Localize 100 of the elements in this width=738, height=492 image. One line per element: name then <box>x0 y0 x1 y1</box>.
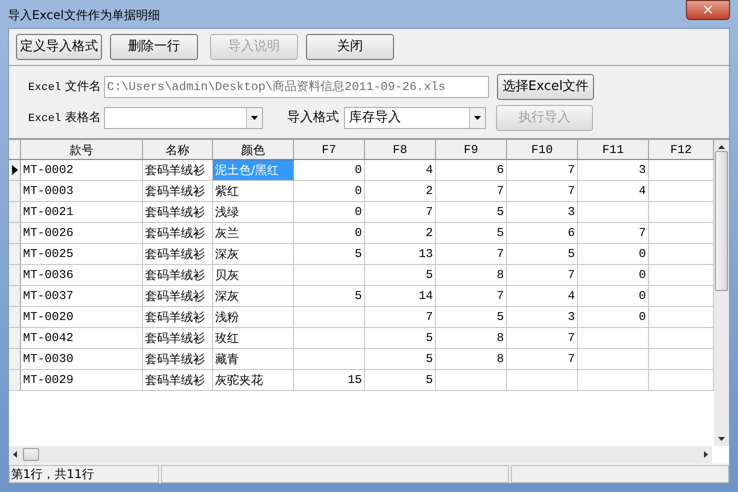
table-cell: 2 <box>365 180 436 201</box>
table-cell: MT-0029 <box>21 370 143 390</box>
dropdown-arrow-icon <box>251 116 258 120</box>
table-cell: 5 <box>436 202 507 222</box>
table-cell: 套码羊绒衫 <box>143 264 213 285</box>
table-cell: 5 <box>294 244 365 264</box>
table-cell: 8 <box>436 348 507 369</box>
column-header[interactable]: F8 <box>365 140 436 159</box>
current-row-icon <box>12 164 18 175</box>
scroll-thumb[interactable] <box>23 448 39 461</box>
column-header[interactable]: 名称 <box>143 140 213 159</box>
window-title: 导入Excel文件作为单据明细 <box>8 7 160 24</box>
table-cell: 7 <box>507 328 578 348</box>
table-cell: 5 <box>294 286 365 306</box>
table-cell: 0 <box>578 286 649 306</box>
table-cell: 深灰 <box>213 244 294 264</box>
dropdown-arrow-icon <box>474 116 481 120</box>
table-cell: MT-0021 <box>21 202 143 222</box>
table-cell: 0 <box>578 244 649 264</box>
table-cell: 7 <box>436 180 507 201</box>
status-text: 第1行，共11行 <box>9 465 159 483</box>
table-cell: 套码羊绒衫 <box>143 222 213 243</box>
table-cell: MT-0020 <box>21 306 143 327</box>
table-cell: 3 <box>578 160 649 180</box>
toolbar-button[interactable]: 删除一行 <box>110 34 198 60</box>
table-cell: 0 <box>294 180 365 201</box>
table-cell: 7 <box>507 264 578 285</box>
table-cell: 0 <box>294 160 365 180</box>
table-cell: 15 <box>294 370 365 390</box>
table-cell: MT-0030 <box>21 348 143 369</box>
table-cell: 7 <box>578 222 649 243</box>
table-cell: 套码羊绒衫 <box>143 328 213 348</box>
table-cell: 5 <box>365 348 436 369</box>
table-cell: 套码羊绒衫 <box>143 306 213 327</box>
table-cell: 7 <box>507 180 578 201</box>
field-label: Excel 文件名 <box>27 78 102 96</box>
column-header[interactable]: 颜色 <box>213 140 294 159</box>
file-path-field[interactable]: C:\Users\admin\Desktop\商品资料信息2011-09-26.xls <box>104 76 489 98</box>
table-cell: 0 <box>578 306 649 327</box>
column-header[interactable]: F11 <box>578 140 649 159</box>
table-cell: MT-0025 <box>21 244 143 264</box>
table-cell: 5 <box>365 328 436 348</box>
table-cell: 0 <box>294 202 365 222</box>
table-cell: 8 <box>436 264 507 285</box>
table-cell: 套码羊绒衫 <box>143 244 213 264</box>
table-cell: 4 <box>578 180 649 201</box>
horizontal-scrollbar[interactable] <box>9 446 712 463</box>
table-cell: MT-0002 <box>21 160 143 180</box>
table-cell: MT-0042 <box>21 328 143 348</box>
table-cell: 泥土色/黑红 <box>213 160 294 180</box>
scroll-down-icon[interactable] <box>718 437 725 441</box>
table-cell: MT-0036 <box>21 264 143 285</box>
table-cell: 4 <box>365 160 436 180</box>
table-cell: MT-0003 <box>21 180 143 201</box>
sheet-dropdown[interactable] <box>104 106 263 129</box>
scroll-thumb[interactable] <box>715 150 728 291</box>
scroll-left-icon[interactable] <box>13 451 17 458</box>
table-cell: 深灰 <box>213 286 294 306</box>
table-cell: 5 <box>436 222 507 243</box>
table-cell: 7 <box>507 160 578 180</box>
table-cell: 13 <box>365 244 436 264</box>
field-label: Excel 表格名 <box>27 109 102 127</box>
table-cell: 7 <box>436 286 507 306</box>
table-cell: 5 <box>436 306 507 327</box>
format-dropdown[interactable]: 库存导入 <box>344 106 486 129</box>
row-indicator[interactable] <box>9 160 21 180</box>
table-cell: 7 <box>365 202 436 222</box>
table-cell: 套码羊绒衫 <box>143 348 213 369</box>
column-header[interactable]: F9 <box>436 140 507 159</box>
field-label: 导入格式 <box>287 109 340 127</box>
table-cell: 5 <box>507 244 578 264</box>
table-cell: 紫红 <box>213 180 294 201</box>
table-cell: 5 <box>365 264 436 285</box>
table-cell: 7 <box>436 244 507 264</box>
table-cell: 浅粉 <box>213 306 294 327</box>
table-cell: 6 <box>436 160 507 180</box>
table-cell: 5 <box>365 370 436 390</box>
choose-file-button[interactable]: 选择Excel文件 <box>497 74 594 100</box>
table-cell: 灰驼夹花 <box>213 370 294 390</box>
table-cell: 玫红 <box>213 328 294 348</box>
table-cell: 套码羊绒衫 <box>143 180 213 201</box>
table-cell: 藏青 <box>213 348 294 369</box>
table-cell: 14 <box>365 286 436 306</box>
table-cell: 4 <box>507 286 578 306</box>
column-header[interactable]: F7 <box>294 140 365 159</box>
table-cell: 7 <box>365 306 436 327</box>
table-cell: 0 <box>294 222 365 243</box>
table-cell: MT-0026 <box>21 222 143 243</box>
table-cell: 8 <box>436 328 507 348</box>
table-cell: 0 <box>578 264 649 285</box>
table-cell: MT-0037 <box>21 286 143 306</box>
scroll-right-icon[interactable] <box>704 451 708 458</box>
table-cell: 3 <box>507 306 578 327</box>
vertical-scrollbar[interactable] <box>714 140 729 446</box>
toolbar-button[interactable]: 关闭 <box>306 34 394 60</box>
column-header[interactable]: F10 <box>507 140 578 159</box>
table-cell: 浅绿 <box>213 202 294 222</box>
toolbar-button[interactable]: 定义导入格式 <box>16 34 102 60</box>
table-cell: 套码羊绒衫 <box>143 286 213 306</box>
column-header[interactable]: 款号 <box>21 140 143 159</box>
